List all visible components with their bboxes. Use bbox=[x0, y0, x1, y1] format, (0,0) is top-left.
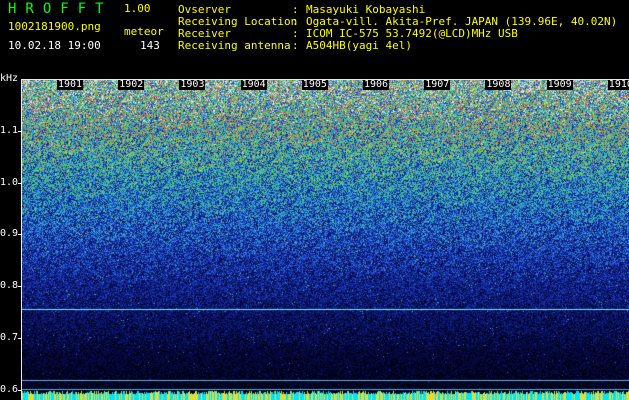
x-tick-label: 1903 bbox=[179, 79, 206, 90]
spectrogram-plot bbox=[21, 79, 629, 400]
antenna-label: Receiving antenna bbox=[178, 39, 291, 52]
datetime: 10.02.18 19:00 bbox=[8, 39, 101, 52]
x-tick-label: 1901 bbox=[57, 79, 84, 90]
x-tick-label: 1904 bbox=[240, 79, 267, 90]
antenna-value: A504HB(yagi 4el) bbox=[306, 39, 412, 52]
spectrogram-canvas bbox=[21, 79, 629, 400]
y-tick-mark bbox=[18, 389, 22, 391]
y-axis: 1.1 1.0 0.9 0.8 0.7 0.6 bbox=[0, 79, 22, 400]
x-tick-label: 1905 bbox=[301, 79, 328, 90]
y-tick-mark bbox=[18, 337, 22, 339]
y-tick-mark bbox=[18, 234, 22, 236]
mode-label: meteor bbox=[124, 25, 164, 38]
y-tick-mark bbox=[18, 130, 22, 132]
antenna-colon: : bbox=[292, 39, 299, 52]
x-tick-label: 1910 bbox=[607, 80, 629, 90]
x-tick-label: 1909 bbox=[546, 79, 573, 90]
y-tick-mark bbox=[18, 286, 22, 288]
app-version: 1.00 bbox=[124, 2, 151, 15]
y-tick-mark bbox=[18, 182, 22, 184]
x-tick-label: 1907 bbox=[424, 79, 451, 90]
app-title: HROFFT bbox=[8, 1, 113, 17]
x-tick-label: 1908 bbox=[485, 79, 512, 90]
meteor-count: 143 bbox=[140, 39, 160, 52]
file-name: 1002181900.png bbox=[8, 20, 101, 33]
x-tick-label: 1902 bbox=[118, 79, 145, 90]
x-tick-label: 1906 bbox=[363, 79, 390, 90]
